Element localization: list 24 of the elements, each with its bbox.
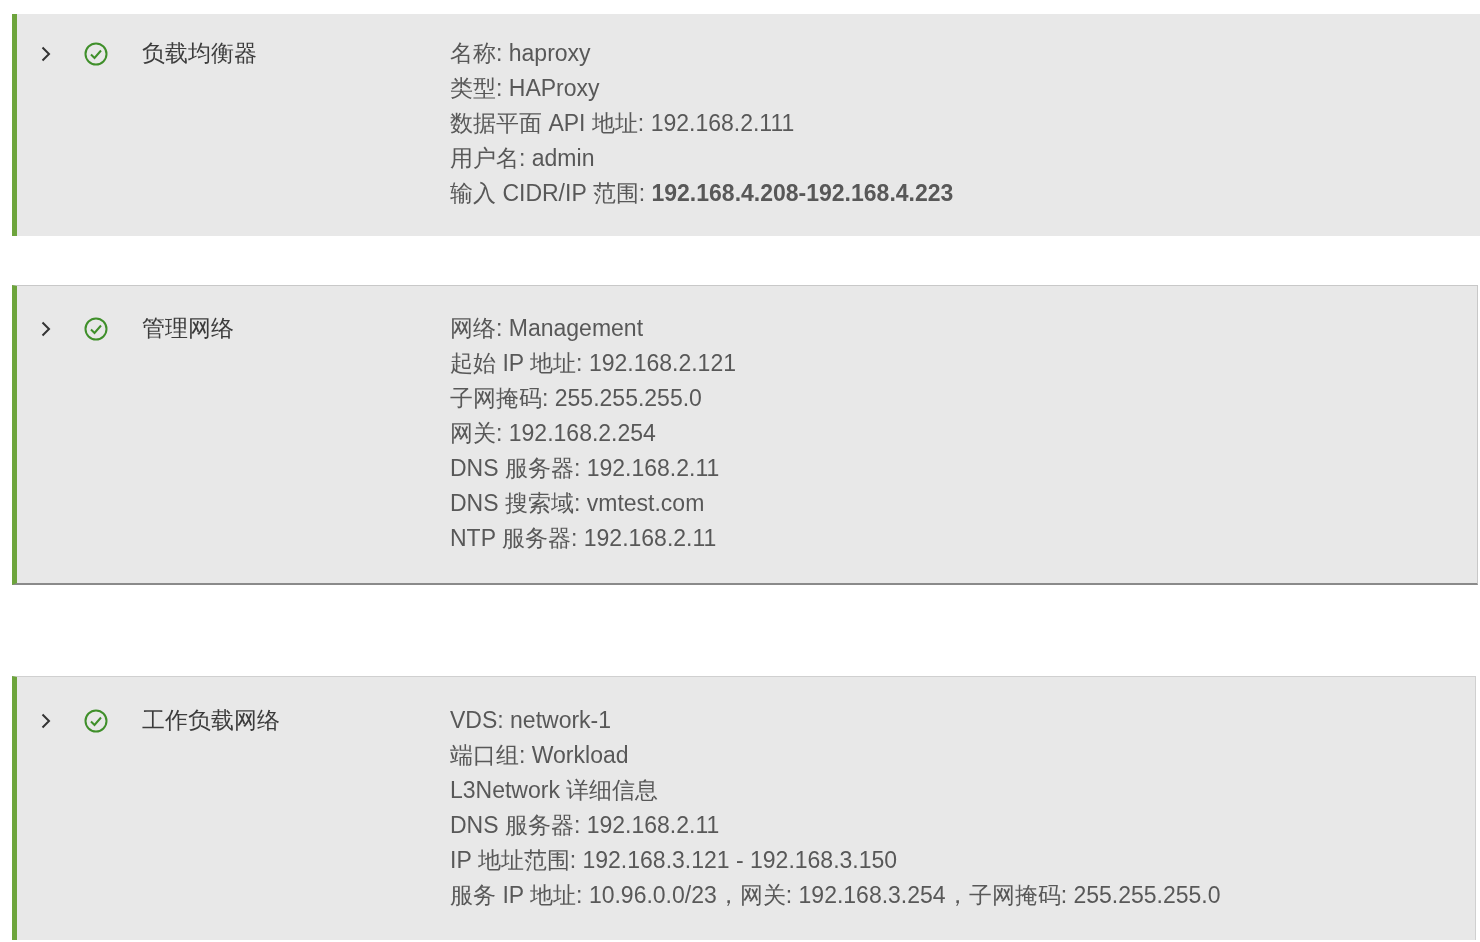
chevron-right-icon[interactable] xyxy=(41,45,51,62)
detail-text: 类型: HAProxy xyxy=(450,74,600,103)
detail-text: DNS 服务器: 192.168.2.11 xyxy=(450,454,720,483)
section-title: 负载均衡器 xyxy=(142,40,257,66)
chevron-right-icon[interactable] xyxy=(41,320,51,337)
detail-text: 起始 IP 地址: 192.168.2.121 xyxy=(450,349,736,378)
detail-text: IP 地址范围: 192.168.3.121 - 192.168.3.150 xyxy=(450,846,898,875)
chevron-right-icon[interactable] xyxy=(41,712,51,729)
detail-text: 名称: haproxy xyxy=(450,39,591,68)
detail-text: 用户名: admin xyxy=(450,144,595,173)
detail-text: 网关: 192.168.2.254 xyxy=(450,419,656,448)
detail-text: 端口组: Workload xyxy=(450,741,629,770)
detail-text: 服务 IP 地址: 10.96.0.0/23，网关: 192.168.3.254，子网掩码: 255.255.255.0 xyxy=(450,881,1221,910)
detail-text: DNS 服务器: 192.168.2.11 xyxy=(450,811,720,840)
detail-text: DNS 搜索域: vmtest.com xyxy=(450,489,705,518)
detail-text: 子网掩码: 255.255.255.0 xyxy=(450,384,702,413)
detail-text: 数据平面 API 地址: 192.168.2.111 xyxy=(450,109,795,138)
detail-text: 网络: Management xyxy=(450,314,644,343)
detail-text: 输入 CIDR/IP 范围: 192.168.4.208-192.168.4.223 xyxy=(450,179,954,208)
detail-text: VDS: network-1 xyxy=(450,706,612,735)
section-title: 管理网络 xyxy=(142,315,234,341)
detail-text: L3Network 详细信息 xyxy=(450,776,659,805)
detail-text: NTP 服务器: 192.168.2.11 xyxy=(450,524,717,553)
section-title: 工作负载网络 xyxy=(142,707,280,733)
